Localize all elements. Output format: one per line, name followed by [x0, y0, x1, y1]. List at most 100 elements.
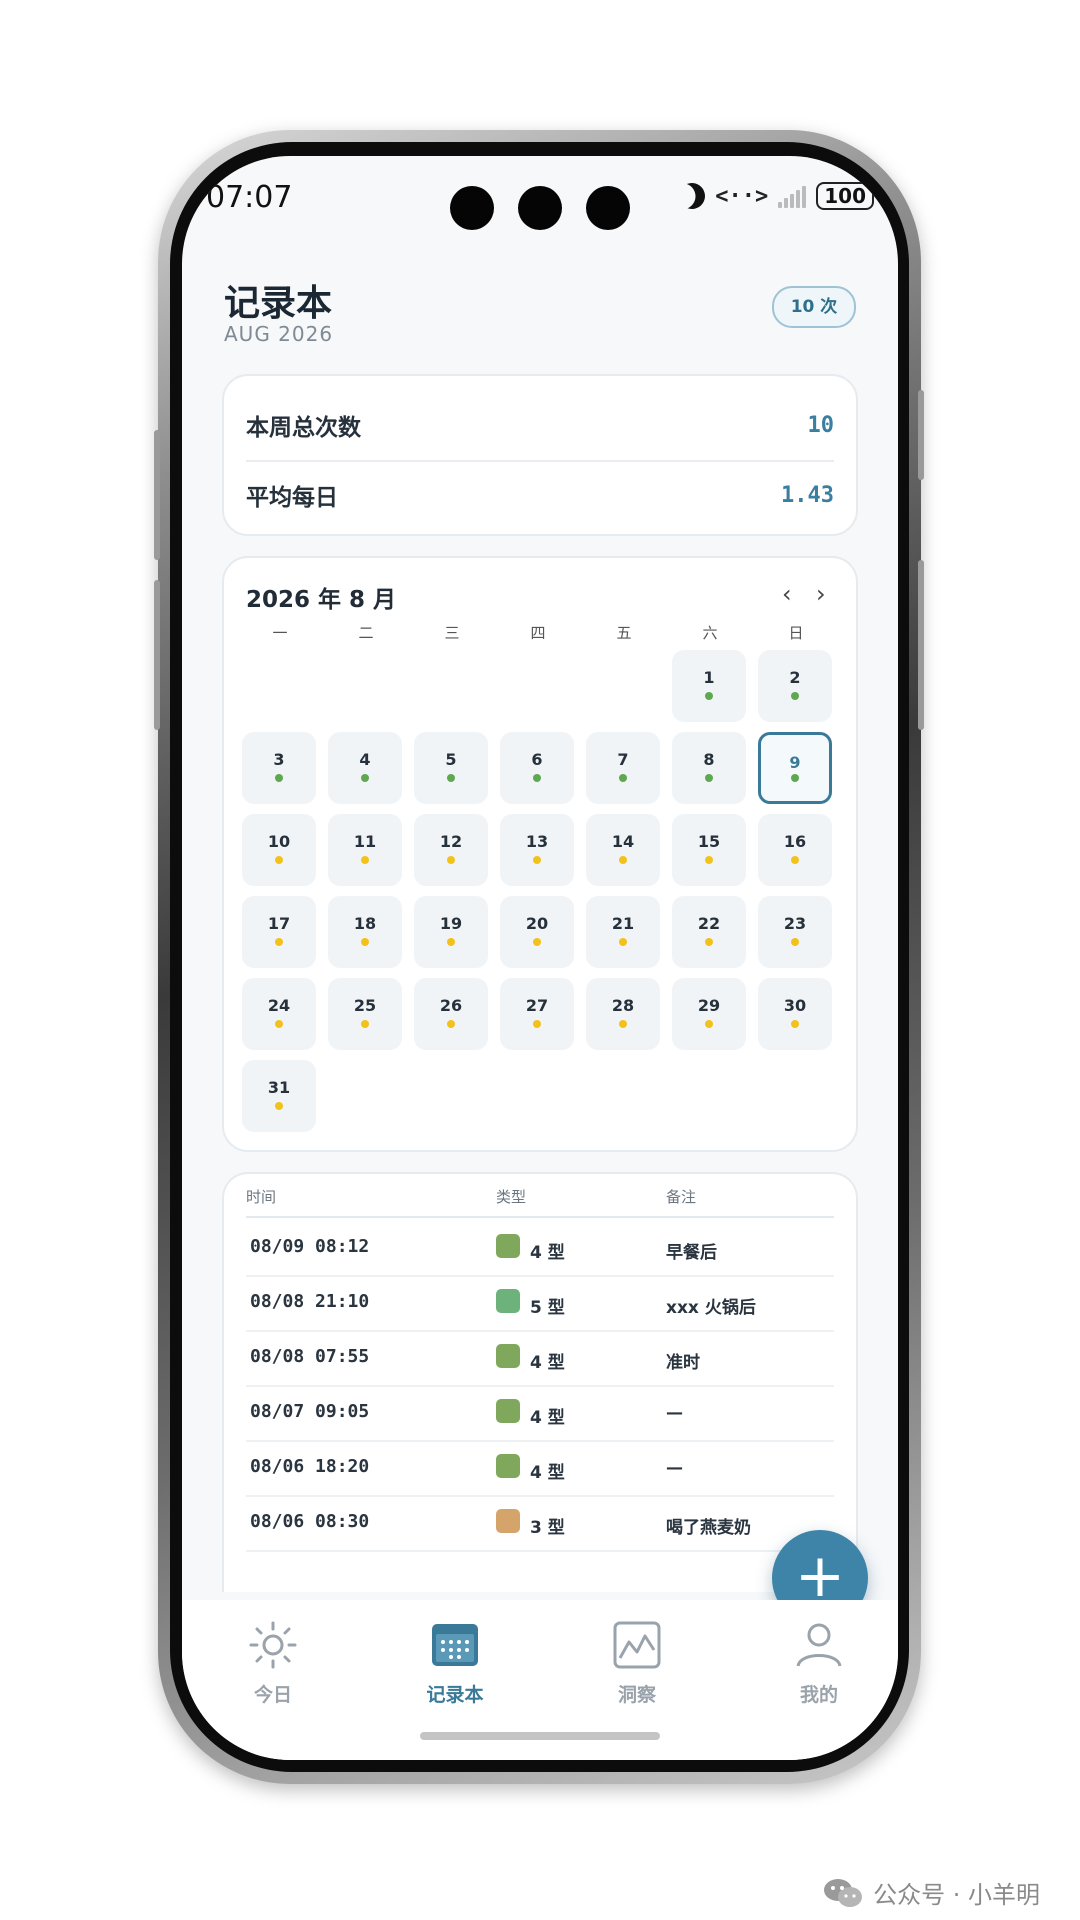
- record-type: 3 型: [530, 1518, 565, 1538]
- calendar-day[interactable]: 21: [586, 896, 660, 968]
- page-title: 记录本: [224, 283, 333, 324]
- record-dot: [361, 938, 369, 946]
- calendar-day[interactable]: 26: [414, 978, 488, 1050]
- day-number: 5: [445, 750, 457, 769]
- record-dot: [533, 774, 541, 782]
- calendar-day[interactable]: 1: [672, 650, 746, 722]
- day-number: 30: [783, 996, 807, 1015]
- table-row[interactable]: 08/08 21:10 5 型 xxx 火锅后: [246, 1275, 834, 1332]
- user-icon: [794, 1620, 844, 1670]
- table-row[interactable]: 08/07 09:05 4 型 —: [246, 1385, 834, 1442]
- calendar-day[interactable]: 2: [758, 650, 832, 722]
- record-dot: [447, 1020, 455, 1028]
- day-number: 23: [783, 914, 807, 933]
- day-number: 16: [783, 832, 807, 851]
- calendar-day[interactable]: 9: [758, 732, 832, 804]
- record-dot: [705, 774, 713, 782]
- day-number: 3: [273, 750, 285, 769]
- table-row[interactable]: 08/08 07:55 4 型 准时: [246, 1330, 834, 1387]
- calendar-day[interactable]: 30: [758, 978, 832, 1050]
- calendar-day[interactable]: 5: [414, 732, 488, 804]
- calendar-day[interactable]: 15: [672, 814, 746, 886]
- tab-insights[interactable]: 洞察: [562, 1620, 712, 1707]
- app-screen: 07:07 <··> 100 记录本 AUG 2026 10 次 本周总次数 1…: [182, 156, 898, 1760]
- weekday-label: 一: [272, 624, 288, 642]
- record-dot: [275, 938, 283, 946]
- calendar-day[interactable]: 18: [328, 896, 402, 968]
- status-time: 07:07: [206, 180, 293, 215]
- type-color-swatch: [496, 1509, 520, 1533]
- weekday-label: 四: [530, 624, 546, 642]
- calendar-day[interactable]: 12: [414, 814, 488, 886]
- day-number: 8: [703, 750, 715, 769]
- tab-journal[interactable]: 记录本: [380, 1620, 530, 1707]
- tab-profile[interactable]: 我的: [744, 1620, 894, 1707]
- calendar-day[interactable]: 28: [586, 978, 660, 1050]
- calendar-day[interactable]: 11: [328, 814, 402, 886]
- day-number: 4: [359, 750, 371, 769]
- camera-icon: [450, 186, 494, 230]
- calendar-day[interactable]: 7: [586, 732, 660, 804]
- calendar-day[interactable]: 10: [242, 814, 316, 886]
- day-number: 15: [697, 832, 721, 851]
- calendar-day[interactable]: 31: [242, 1060, 316, 1132]
- record-dot: [275, 774, 283, 782]
- volume-button: [154, 430, 160, 560]
- record-dot: [275, 1020, 283, 1028]
- calendar-day[interactable]: 20: [500, 896, 574, 968]
- calendar-day[interactable]: 27: [500, 978, 574, 1050]
- page-subtitle: AUG 2026: [224, 322, 334, 346]
- calendar-day[interactable]: 4: [328, 732, 402, 804]
- data-transfer-icon: <··>: [715, 183, 769, 209]
- calendar-day[interactable]: 24: [242, 978, 316, 1050]
- calendar-day[interactable]: 8: [672, 732, 746, 804]
- day-number: 14: [611, 832, 635, 851]
- calendar-day[interactable]: 23: [758, 896, 832, 968]
- record-dot: [447, 938, 455, 946]
- calendar-day[interactable]: 6: [500, 732, 574, 804]
- record-dot: [791, 938, 799, 946]
- camera-icon: [518, 186, 562, 230]
- prev-month-button[interactable]: ‹: [782, 580, 792, 608]
- record-dot: [791, 692, 799, 700]
- power-button: [918, 390, 924, 480]
- calendar-day[interactable]: 29: [672, 978, 746, 1050]
- calendar-day[interactable]: 3: [242, 732, 316, 804]
- moon-icon: [676, 179, 709, 212]
- calendar-day[interactable]: 14: [586, 814, 660, 886]
- home-indicator[interactable]: [420, 1732, 660, 1740]
- stat-label: 平均每日: [246, 485, 338, 511]
- record-dot: [447, 774, 455, 782]
- calendar-day[interactable]: 19: [414, 896, 488, 968]
- stat-value: 1.43: [781, 482, 834, 508]
- chart-icon: [612, 1620, 662, 1670]
- divider: [246, 1216, 834, 1218]
- calendar-day[interactable]: 25: [328, 978, 402, 1050]
- day-number: 25: [353, 996, 377, 1015]
- calendar-card: 2026 年 8 月 ‹ › 一二三四五六日 1 2 3 4 5 6 7 8 9 10 11 12 13…: [222, 556, 858, 1152]
- calendar-day[interactable]: 17: [242, 896, 316, 968]
- record-dot: [447, 856, 455, 864]
- day-number: 18: [353, 914, 377, 933]
- record-dot: [361, 1020, 369, 1028]
- camera-icon: [586, 186, 630, 230]
- record-dot: [619, 1020, 627, 1028]
- tab-today[interactable]: 今日: [198, 1620, 348, 1707]
- next-month-button[interactable]: ›: [816, 580, 826, 608]
- calendar-day[interactable]: 16: [758, 814, 832, 886]
- record-dot: [533, 856, 541, 864]
- record-time: 08/06 08:30: [250, 1511, 370, 1532]
- tab-label: 记录本: [426, 1684, 484, 1706]
- record-dot: [705, 938, 713, 946]
- count-badge: 10 次: [772, 286, 856, 328]
- weekday-label: 二: [358, 624, 374, 642]
- weekday-label: 六: [702, 624, 718, 642]
- table-row[interactable]: 08/06 08:30 3 型 喝了燕麦奶: [246, 1495, 834, 1552]
- column-header-time: 时间: [246, 1188, 277, 1206]
- calendar-icon: [430, 1620, 480, 1670]
- table-row[interactable]: 08/06 18:20 4 型 —: [246, 1440, 834, 1497]
- calendar-day[interactable]: 22: [672, 896, 746, 968]
- record-note: —: [666, 1458, 683, 1478]
- table-row[interactable]: 08/09 08:12 4 型 早餐后: [246, 1220, 834, 1277]
- calendar-day[interactable]: 13: [500, 814, 574, 886]
